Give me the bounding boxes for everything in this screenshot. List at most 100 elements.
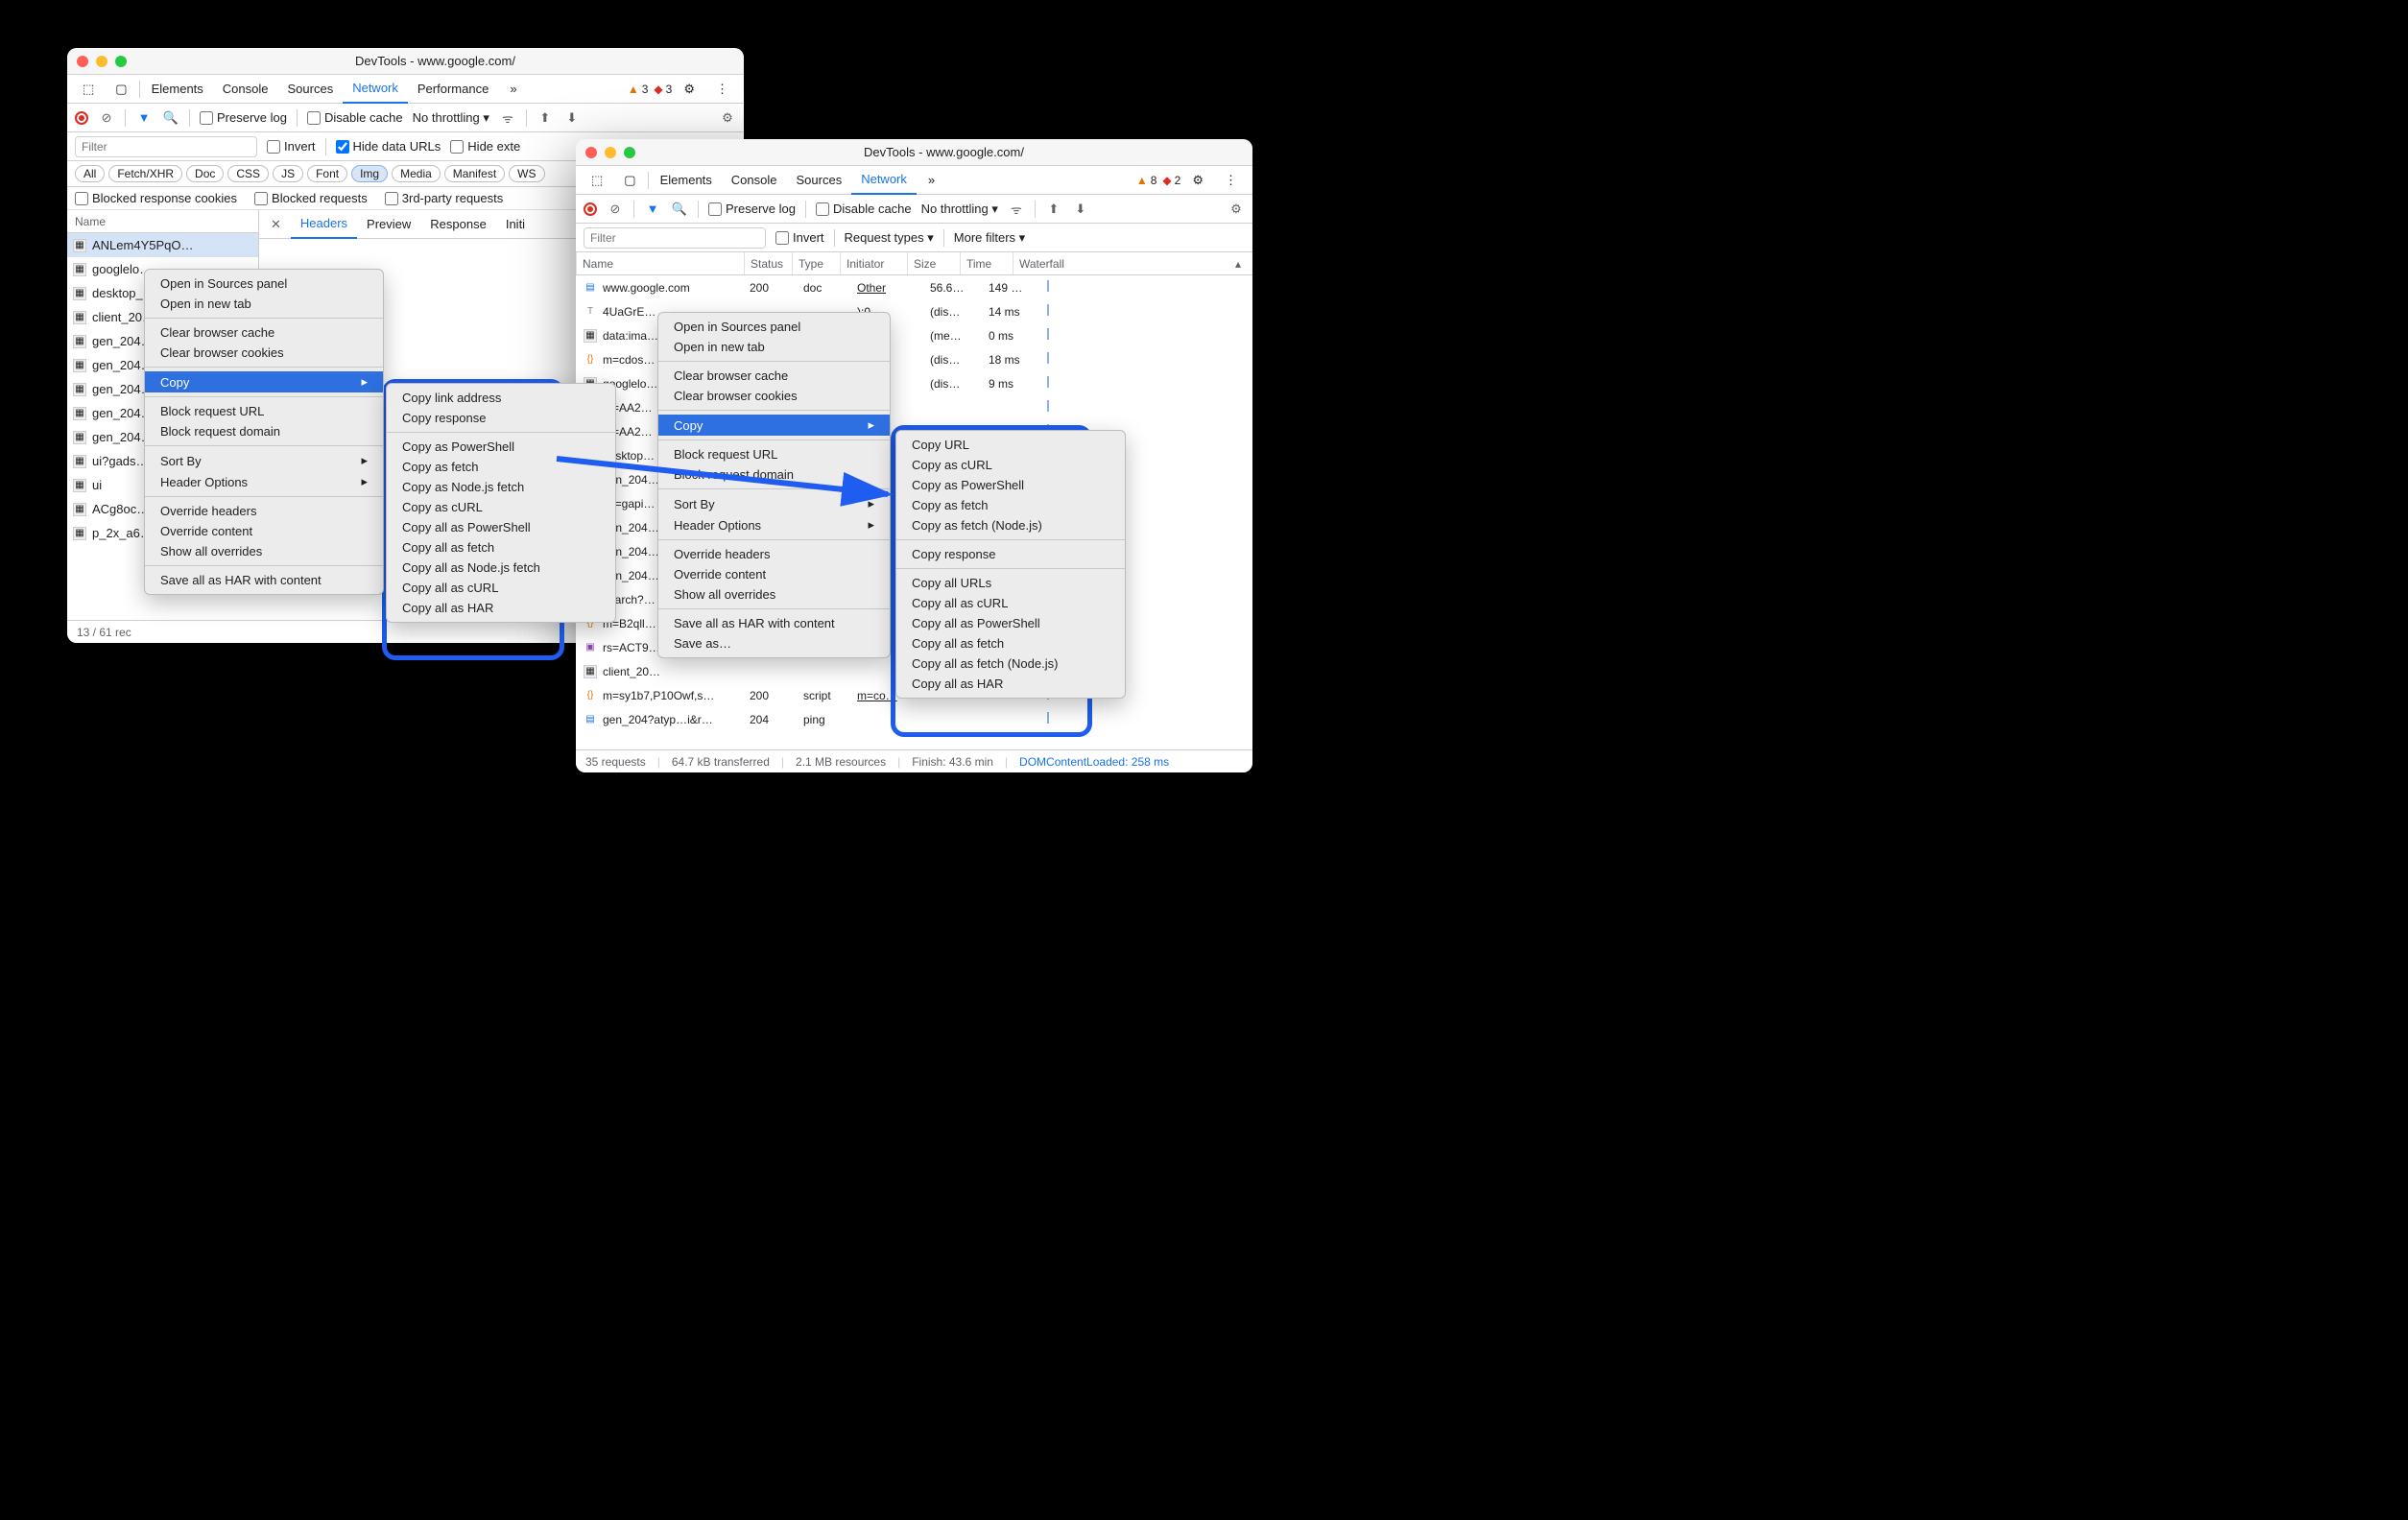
col-size[interactable]: Size — [907, 252, 960, 274]
menu-copy-all-as-fetch[interactable]: Copy all as fetch — [387, 537, 615, 558]
kebab-icon[interactable]: ⋮ — [706, 75, 738, 104]
menu-copy-all-as-har[interactable]: Copy all as HAR — [387, 598, 615, 618]
menu-copy-response[interactable]: Copy response — [896, 544, 1125, 564]
cell-initiator[interactable]: Other — [857, 281, 924, 295]
menu-save-har[interactable]: Save all as HAR with content — [658, 613, 890, 633]
tab-elements[interactable]: Elements — [651, 166, 722, 195]
tab-sources[interactable]: Sources — [278, 75, 344, 104]
request-row[interactable]: ▦ANLem4Y5PqO… — [67, 233, 258, 257]
checkbox-blocked-response-cookies[interactable]: Blocked response cookies — [75, 191, 237, 205]
menu-copy-all-as-powershell[interactable]: Copy all as PowerShell — [896, 613, 1125, 633]
chip-font[interactable]: Font — [307, 165, 347, 182]
menu-override-content[interactable]: Override content — [145, 521, 383, 541]
filter-icon[interactable]: ▼ — [135, 109, 153, 127]
more-tabs[interactable]: » — [500, 75, 526, 104]
name-header[interactable]: Name — [67, 215, 258, 228]
menu-override-content[interactable]: Override content — [658, 564, 890, 584]
kebab-icon[interactable]: ⋮ — [1215, 166, 1247, 195]
menu-copy-as-fetch[interactable]: Copy as fetch — [387, 457, 615, 477]
filter-input[interactable] — [75, 136, 257, 157]
menu-copy-as-powershell[interactable]: Copy as PowerShell — [387, 437, 615, 457]
col-initiator[interactable]: Initiator — [840, 252, 907, 274]
menu-copy-as-curl[interactable]: Copy as cURL — [387, 497, 615, 517]
menu-sort-by[interactable]: Sort By▸ — [145, 450, 383, 471]
chip-js[interactable]: JS — [273, 165, 303, 182]
filter-input[interactable] — [584, 227, 766, 249]
disable-cache-checkbox[interactable]: Disable cache — [816, 202, 912, 216]
request-row[interactable]: ▤www.google.com200docOther56.6…149 … — [576, 275, 1252, 299]
menu-copy-all-as-har[interactable]: Copy all as HAR — [896, 674, 1125, 694]
chip-img[interactable]: Img — [351, 165, 388, 182]
tab-console[interactable]: Console — [722, 166, 787, 195]
warning-badge[interactable]: ▲3 — [628, 83, 649, 96]
settings-icon[interactable]: ⚙ — [674, 75, 704, 104]
menu-header-options[interactable]: Header Options▸ — [145, 471, 383, 492]
tab-performance[interactable]: Performance — [408, 75, 498, 104]
checkbox-blocked-requests[interactable]: Blocked requests — [254, 191, 368, 205]
tab-sources[interactable]: Sources — [787, 166, 852, 195]
invert-checkbox[interactable]: Invert — [267, 139, 316, 154]
col-status[interactable]: Status — [744, 252, 792, 274]
detail-tab-headers[interactable]: Headers — [291, 210, 357, 239]
record-icon[interactable] — [584, 202, 597, 216]
settings-icon[interactable]: ⚙ — [719, 109, 736, 127]
tab-network[interactable]: Network — [343, 75, 408, 104]
menu-block-request-url[interactable]: Block request URL — [658, 444, 890, 464]
menu-open-in-new-tab[interactable]: Open in new tab — [145, 294, 383, 314]
menu-clear-browser-cache[interactable]: Clear browser cache — [658, 366, 890, 386]
preserve-log-checkbox[interactable]: Preserve log — [708, 202, 796, 216]
issue-badge[interactable]: ◆2 — [1162, 174, 1180, 187]
tab-elements[interactable]: Elements — [142, 75, 213, 104]
menu-save-har[interactable]: Save all as HAR with content — [145, 570, 383, 590]
menu-clear-browser-cookies[interactable]: Clear browser cookies — [145, 343, 383, 363]
detail-tab-response[interactable]: Response — [420, 210, 496, 239]
col-waterfall[interactable]: Waterfall▴ — [1013, 252, 1252, 274]
minimize-icon[interactable] — [96, 56, 107, 67]
menu-show-all-overrides[interactable]: Show all overrides — [658, 584, 890, 605]
menu-copy-as-curl[interactable]: Copy as cURL — [896, 455, 1125, 475]
menu-copy-all-as-curl[interactable]: Copy all as cURL — [387, 578, 615, 598]
download-icon[interactable]: ⬇ — [563, 109, 581, 127]
menu-copy-response[interactable]: Copy response — [387, 408, 615, 428]
tab-console[interactable]: Console — [213, 75, 278, 104]
tab-network[interactable]: Network — [851, 166, 917, 195]
chip-fetchxhr[interactable]: Fetch/XHR — [108, 165, 182, 182]
menu-sort-by[interactable]: Sort By▸ — [658, 493, 890, 514]
chip-ws[interactable]: WS — [509, 165, 544, 182]
zoom-icon[interactable] — [115, 56, 127, 67]
more-filters-select[interactable]: More filters ▾ — [954, 230, 1025, 246]
chip-manifest[interactable]: Manifest — [444, 165, 505, 182]
menu-block-request-domain[interactable]: Block request domain — [658, 464, 890, 485]
settings-icon[interactable]: ⚙ — [1182, 166, 1213, 195]
menu-copy-as-fetch-node-js-[interactable]: Copy as fetch (Node.js) — [896, 515, 1125, 535]
close-details-icon[interactable]: ✕ — [263, 217, 289, 232]
settings-icon[interactable]: ⚙ — [1228, 201, 1245, 218]
menu-clear-browser-cookies[interactable]: Clear browser cookies — [658, 386, 890, 406]
throttling-select[interactable]: No throttling ▾ — [921, 202, 998, 217]
zoom-icon[interactable] — [624, 147, 635, 158]
col-type[interactable]: Type — [792, 252, 840, 274]
wifi-icon[interactable]: ᯤ — [1008, 201, 1025, 218]
clear-icon[interactable]: ⊘ — [607, 201, 624, 218]
close-icon[interactable] — [585, 147, 597, 158]
device-icon[interactable]: ▢ — [106, 75, 136, 104]
menu-show-all-overrides[interactable]: Show all overrides — [145, 541, 383, 561]
menu-clear-browser-cache[interactable]: Clear browser cache — [145, 322, 383, 343]
download-icon[interactable]: ⬇ — [1072, 201, 1089, 218]
request-row[interactable]: ▤gen_204?atyp…i&r…204ping — [576, 707, 1252, 731]
menu-copy-all-as-fetch-node-js-[interactable]: Copy all as fetch (Node.js) — [896, 653, 1125, 674]
menu-copy-all-as-powershell[interactable]: Copy all as PowerShell — [387, 517, 615, 537]
device-icon[interactable]: ▢ — [614, 166, 645, 195]
clear-icon[interactable]: ⊘ — [98, 109, 115, 127]
menu-copy-all-as-curl[interactable]: Copy all as cURL — [896, 593, 1125, 613]
warning-badge[interactable]: ▲8 — [1136, 174, 1157, 187]
menu-header-options[interactable]: Header Options▸ — [658, 514, 890, 535]
menu-block-request-url[interactable]: Block request URL — [145, 401, 383, 421]
inspect-icon[interactable]: ⬚ — [582, 166, 612, 195]
checkbox-3rd-party-requests[interactable]: 3rd-party requests — [385, 191, 504, 205]
menu-copy-link-address[interactable]: Copy link address — [387, 388, 615, 408]
menu-copy-as-fetch[interactable]: Copy as fetch — [896, 495, 1125, 515]
record-icon[interactable] — [75, 111, 88, 125]
menu-override-headers[interactable]: Override headers — [145, 501, 383, 521]
detail-tab-preview[interactable]: Preview — [357, 210, 420, 239]
